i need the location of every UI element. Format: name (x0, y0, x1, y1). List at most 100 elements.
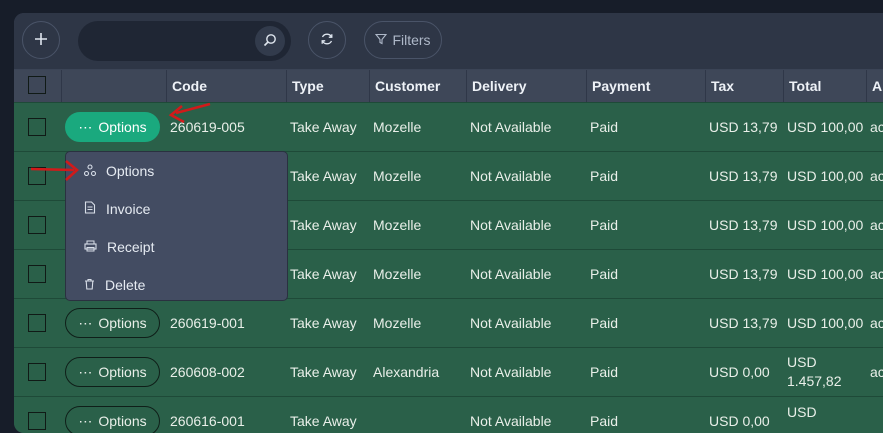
annotation-arrow-icon (30, 159, 79, 181)
customer-cell: Mozelle (373, 315, 422, 331)
payment-cell: Paid (590, 168, 619, 184)
customer-cell: Alexandria (373, 364, 440, 380)
table-row[interactable]: ⋯ Options 260619-001 Take Away Mozelle N… (14, 298, 883, 347)
code-cell: 260616-001 (170, 413, 245, 429)
customer-cell: Mozelle (373, 266, 422, 282)
table-row[interactable]: ⋯ Options 260608-002 Take Away Alexandri… (14, 347, 883, 396)
total-amount: 1.457,82 (787, 373, 842, 389)
menu-item-label: Delete (105, 277, 146, 293)
header-total[interactable]: Total (783, 70, 866, 102)
delivery-cell: Not Available (470, 413, 552, 429)
plus-icon (34, 32, 48, 49)
filters-label: Filters (392, 32, 431, 48)
menu-item-options[interactable]: Options (66, 152, 287, 190)
delivery-cell: Not Available (470, 217, 552, 233)
delivery-cell: Not Available (470, 315, 552, 331)
options-button[interactable]: ⋯ Options (65, 112, 160, 142)
header-delivery[interactable]: Delivery (466, 70, 586, 102)
annotation-arrow-icon (168, 102, 211, 124)
total-cell: USD 1.457,82 (787, 348, 842, 396)
table-row[interactable]: ⋯ Options 260619-005 Take Away Mozelle N… (14, 102, 883, 151)
header-payment[interactable]: Payment (586, 70, 705, 102)
header-type[interactable]: Type (286, 70, 369, 102)
table-row[interactable]: ⋯ Options 260616-001 Take Away Not Avail… (14, 396, 883, 433)
ellipsis-icon: ⋯ (78, 412, 93, 429)
extra-cell: ac (870, 168, 883, 184)
ellipsis-icon: ⋯ (78, 118, 93, 135)
options-button[interactable]: ⋯ Options (65, 406, 160, 433)
search-button[interactable] (255, 26, 285, 56)
row-checkbox[interactable] (28, 314, 46, 332)
total-currency: USD (787, 354, 817, 370)
options-menu: Options Invoice Receipt Delete (65, 151, 288, 301)
tax-cell: USD 13,79 (709, 266, 778, 282)
total-cell: USD 100,00 (787, 217, 864, 233)
menu-item-label: Options (106, 163, 155, 179)
delivery-cell: Not Available (470, 168, 552, 184)
header-customer[interactable]: Customer (369, 70, 466, 102)
options-button[interactable]: ⋯ Options (65, 308, 160, 338)
menu-item-delete[interactable]: Delete (66, 266, 287, 304)
menu-item-invoice[interactable]: Invoice (66, 190, 287, 228)
extra-cell: ac (870, 266, 883, 282)
total-cell: USD 100,00 (787, 315, 864, 331)
total-cell: USD 100,00 (787, 119, 864, 135)
header-tax[interactable]: Tax (705, 70, 783, 102)
payment-cell: Paid (590, 217, 619, 233)
options-label: Options (98, 364, 147, 380)
select-all-checkbox[interactable] (28, 76, 46, 94)
delivery-cell: Not Available (470, 119, 552, 135)
menu-item-label: Receipt (107, 239, 155, 255)
customer-cell: Mozelle (373, 119, 422, 135)
row-checkbox[interactable] (28, 118, 46, 136)
options-column-header (61, 70, 166, 102)
type-cell: Take Away (290, 119, 357, 135)
trash-icon (84, 277, 95, 293)
code-cell: 260608-002 (170, 364, 245, 380)
payment-cell: Paid (590, 413, 619, 429)
type-cell: Take Away (290, 315, 357, 331)
tax-cell: USD 13,79 (709, 217, 778, 233)
refresh-button[interactable] (308, 21, 346, 59)
options-button[interactable]: ⋯ Options (65, 357, 160, 387)
ellipsis-icon: ⋯ (78, 314, 93, 331)
type-cell: Take Away (290, 217, 357, 233)
menu-item-receipt[interactable]: Receipt (66, 228, 287, 266)
options-label: Options (98, 119, 147, 135)
code-cell: 260619-001 (170, 315, 245, 331)
total-cell: USD 100,00 (787, 266, 864, 282)
row-checkbox[interactable] (28, 216, 46, 234)
header-extra[interactable]: A (866, 70, 883, 102)
toolbar: Filters (14, 13, 883, 69)
extra-cell: ac (870, 217, 883, 233)
payment-cell: Paid (590, 266, 619, 282)
add-button[interactable] (22, 21, 60, 59)
payment-cell: Paid (590, 119, 619, 135)
row-checkbox[interactable] (28, 265, 46, 283)
ellipsis-icon: ⋯ (78, 363, 93, 380)
search-input[interactable] (78, 21, 291, 61)
sitemap-icon (83, 163, 97, 179)
tax-cell: USD 13,79 (709, 168, 778, 184)
invoice-icon (84, 201, 96, 217)
extra-cell: ac (870, 315, 883, 331)
payment-cell: Paid (590, 315, 619, 331)
type-cell: Take Away (290, 266, 357, 282)
tax-cell: USD 13,79 (709, 315, 778, 331)
filters-button[interactable]: Filters (364, 21, 442, 59)
row-checkbox[interactable] (28, 412, 46, 430)
row-checkbox[interactable] (28, 363, 46, 381)
total-cell: USD (787, 404, 817, 420)
tax-cell: USD 0,00 (709, 413, 770, 429)
total-cell: USD 100,00 (787, 168, 864, 184)
options-label: Options (98, 413, 147, 429)
orders-panel: Filters Code Type Customer Delivery Paym… (14, 13, 883, 433)
delivery-cell: Not Available (470, 266, 552, 282)
tax-cell: USD 0,00 (709, 364, 770, 380)
search-icon (263, 33, 277, 50)
type-cell: Take Away (290, 364, 357, 380)
table-header: Code Type Customer Delivery Payment Tax … (14, 70, 883, 102)
filter-icon (375, 32, 388, 48)
refresh-icon (320, 32, 334, 49)
options-label: Options (98, 315, 147, 331)
